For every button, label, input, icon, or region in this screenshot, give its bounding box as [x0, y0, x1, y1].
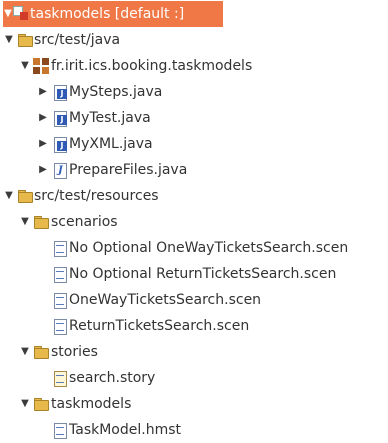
- tree-item-label: MyXML.java: [69, 136, 153, 152]
- tree-item-project[interactable]: ▼ taskmodels [default :]: [3, 1, 223, 27]
- text-file-icon: [52, 318, 68, 335]
- tree-item-label: MySteps.java: [69, 84, 163, 100]
- java-class-icon: J: [52, 110, 68, 127]
- tree-item-label: taskmodels: [51, 396, 132, 412]
- tree-item-file[interactable]: OneWayTicketsSearch.scen: [0, 287, 388, 313]
- tree-item-taskmodels-folder[interactable]: ▼ taskmodels: [0, 391, 388, 417]
- java-class-icon: J: [52, 84, 68, 101]
- source-folder-icon: [17, 32, 33, 48]
- expand-arrow-icon[interactable]: ▼: [19, 209, 31, 235]
- tree-item-label: search.story: [69, 370, 156, 386]
- collapse-arrow-icon[interactable]: ▶: [37, 105, 49, 131]
- tree-item-label: No Optional OneWayTicketsSearch.scen: [69, 240, 349, 256]
- collapse-arrow-icon[interactable]: ▶: [37, 79, 49, 105]
- expand-arrow-icon[interactable]: ▼: [19, 391, 31, 417]
- story-file-icon: [52, 370, 68, 387]
- tree-item-label: taskmodels [default :]: [30, 6, 185, 22]
- text-file-icon: [52, 422, 68, 439]
- expand-arrow-icon[interactable]: ▼: [19, 339, 31, 365]
- tree-item-label: PrepareFiles.java: [69, 162, 188, 178]
- tree-item-label: No Optional ReturnTicketsSearch.scen: [69, 266, 337, 282]
- java-file-icon: J: [52, 162, 68, 179]
- tree-item-label: OneWayTicketsSearch.scen: [69, 292, 262, 308]
- tree-item-label: stories: [51, 344, 98, 360]
- tree-item-file[interactable]: ReturnTicketsSearch.scen: [0, 313, 388, 339]
- tree-item-stories-folder[interactable]: ▼ stories: [0, 339, 388, 365]
- tree-item-file[interactable]: No Optional OneWayTicketsSearch.scen: [0, 235, 388, 261]
- tree-item-label: TaskModel.hmst: [69, 422, 181, 438]
- tree-item-java-file[interactable]: ▶ J MyXML.java: [0, 131, 388, 157]
- tree-item-src-test-resources[interactable]: ▼ src/test/resources: [0, 183, 388, 209]
- package-icon: [33, 58, 49, 74]
- tree-item-label: fr.irit.ics.booking.taskmodels: [51, 58, 253, 74]
- project-explorer-tree: ▼ taskmodels [default :] ▼ src/test/java…: [0, 0, 388, 442]
- tree-item-label: ReturnTicketsSearch.scen: [69, 318, 250, 334]
- tree-item-file[interactable]: No Optional ReturnTicketsSearch.scen: [0, 261, 388, 287]
- java-class-icon: J: [52, 136, 68, 153]
- folder-icon: [33, 344, 49, 360]
- collapse-arrow-icon[interactable]: ▶: [37, 131, 49, 157]
- project-icon: [13, 6, 29, 22]
- text-file-icon: [52, 266, 68, 283]
- tree-item-java-file[interactable]: ▶ J MyTest.java: [0, 105, 388, 131]
- tree-item-label: src/test/java: [34, 32, 121, 48]
- folder-icon: [33, 214, 49, 230]
- tree-item-scenarios-folder[interactable]: ▼ scenarios: [0, 209, 388, 235]
- expand-arrow-icon[interactable]: ▼: [3, 183, 15, 209]
- folder-icon: [33, 396, 49, 412]
- collapse-arrow-icon[interactable]: ▶: [37, 157, 49, 183]
- tree-item-label: MyTest.java: [69, 110, 151, 126]
- tree-item-src-test-java[interactable]: ▼ src/test/java: [0, 27, 388, 53]
- expand-arrow-icon[interactable]: ▼: [3, 27, 15, 53]
- expand-arrow-icon[interactable]: ▼: [19, 53, 31, 79]
- source-folder-icon: [17, 188, 33, 204]
- text-file-icon: [52, 240, 68, 257]
- tree-item-java-file[interactable]: ▶ J PrepareFiles.java: [0, 157, 388, 183]
- tree-item-file[interactable]: search.story: [0, 365, 388, 391]
- tree-item-java-file[interactable]: ▶ J MySteps.java: [0, 79, 388, 105]
- tree-item-label: scenarios: [51, 214, 118, 230]
- tree-item-file[interactable]: TaskModel.hmst: [0, 417, 388, 443]
- tree-item-package[interactable]: ▼ fr.irit.ics.booking.taskmodels: [0, 53, 388, 79]
- tree-item-label: src/test/resources: [34, 188, 159, 204]
- text-file-icon: [52, 292, 68, 309]
